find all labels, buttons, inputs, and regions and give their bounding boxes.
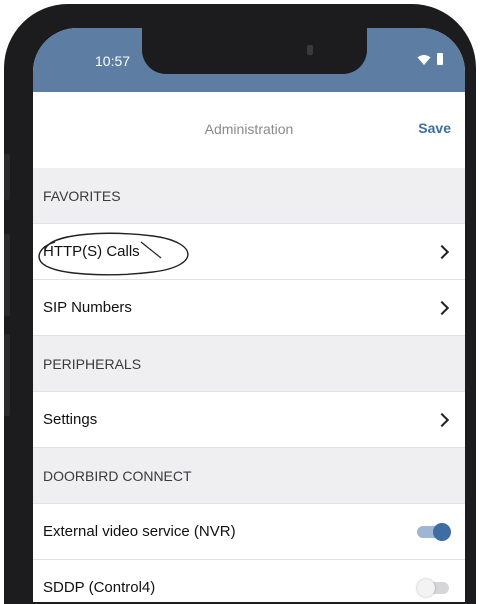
phone-screen: 10:57 Administration Save FAVORITES HTTP…: [33, 28, 465, 602]
phone-volume-down-button: [4, 334, 10, 416]
settings-list: FAVORITES HTTP(S) Calls SIP Numbers PERI…: [33, 168, 465, 602]
status-bar: 10:57: [33, 28, 465, 92]
section-header-doorbird-connect: DOORBIRD CONNECT: [33, 448, 465, 504]
row-label: Settings: [43, 411, 98, 428]
toggle-knob: [417, 578, 435, 597]
row-sddp-control4: SDDP (Control4): [33, 560, 465, 602]
row-sip-numbers[interactable]: SIP Numbers: [33, 280, 465, 336]
toggle-knob: [433, 522, 451, 541]
battery-icon: [437, 53, 443, 65]
chevron-right-icon: [434, 412, 450, 427]
page-title: Administration: [204, 121, 294, 137]
phone-frame: 10:57 Administration Save FAVORITES HTTP…: [4, 4, 476, 604]
row-label: External video service (NVR): [43, 523, 236, 540]
phone-side-button: [4, 154, 10, 200]
row-label: HTTP(S) Calls: [43, 243, 140, 260]
phone-volume-up-button: [4, 234, 10, 316]
nvr-toggle[interactable]: [417, 522, 451, 541]
row-label: SIP Numbers: [43, 299, 132, 316]
chevron-right-icon: [434, 244, 450, 259]
row-https-calls[interactable]: HTTP(S) Calls: [33, 224, 465, 280]
status-time: 10:57: [95, 53, 131, 69]
nav-bar: Administration Save: [33, 92, 465, 168]
chevron-right-icon: [434, 300, 450, 315]
save-button[interactable]: Save: [418, 120, 451, 136]
status-icons: [417, 53, 443, 65]
camera-sensor: [307, 45, 313, 55]
row-external-video-service: External video service (NVR): [33, 504, 465, 560]
section-header-favorites: FAVORITES: [33, 168, 465, 224]
section-header-peripherals: PERIPHERALS: [33, 336, 465, 392]
sddp-toggle[interactable]: [417, 578, 451, 597]
wifi-icon: [417, 54, 431, 65]
row-settings[interactable]: Settings: [33, 392, 465, 448]
row-label: SDDP (Control4): [43, 579, 156, 596]
camera-notch: [142, 28, 367, 74]
